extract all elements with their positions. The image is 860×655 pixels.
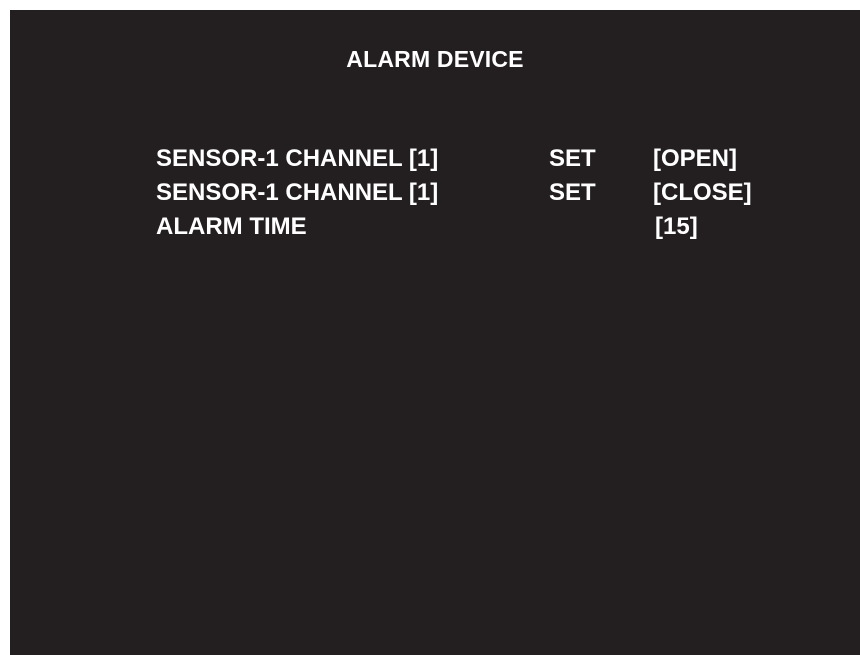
- menu-row-value[interactable]: [15]: [655, 213, 698, 241]
- menu-row-label: ALARM TIME: [156, 213, 307, 240]
- menu-title: ALARM DEVICE: [346, 46, 524, 72]
- menu-row-alarm-time[interactable]: ALARM TIME [15]: [10, 213, 860, 247]
- menu-row-sensor-close[interactable]: SENSOR-1 CHANNEL [1] SET [CLOSE]: [10, 179, 860, 213]
- menu-row-sensor-open[interactable]: SENSOR-1 CHANNEL [1] SET [OPEN]: [10, 145, 860, 179]
- menu-row-label: SENSOR-1 CHANNEL [1]: [156, 145, 439, 172]
- menu-row-action[interactable]: SET: [549, 179, 596, 207]
- menu-row-label: SENSOR-1 CHANNEL [1]: [156, 179, 439, 206]
- menu-row-value[interactable]: [OPEN]: [653, 145, 737, 173]
- menu-row-action[interactable]: SET: [549, 145, 596, 173]
- menu-row-value[interactable]: [CLOSE]: [653, 179, 752, 207]
- osd-menu-screen: ALARM DEVICE SENSOR-1 CHANNEL [1] SET [O…: [10, 10, 860, 655]
